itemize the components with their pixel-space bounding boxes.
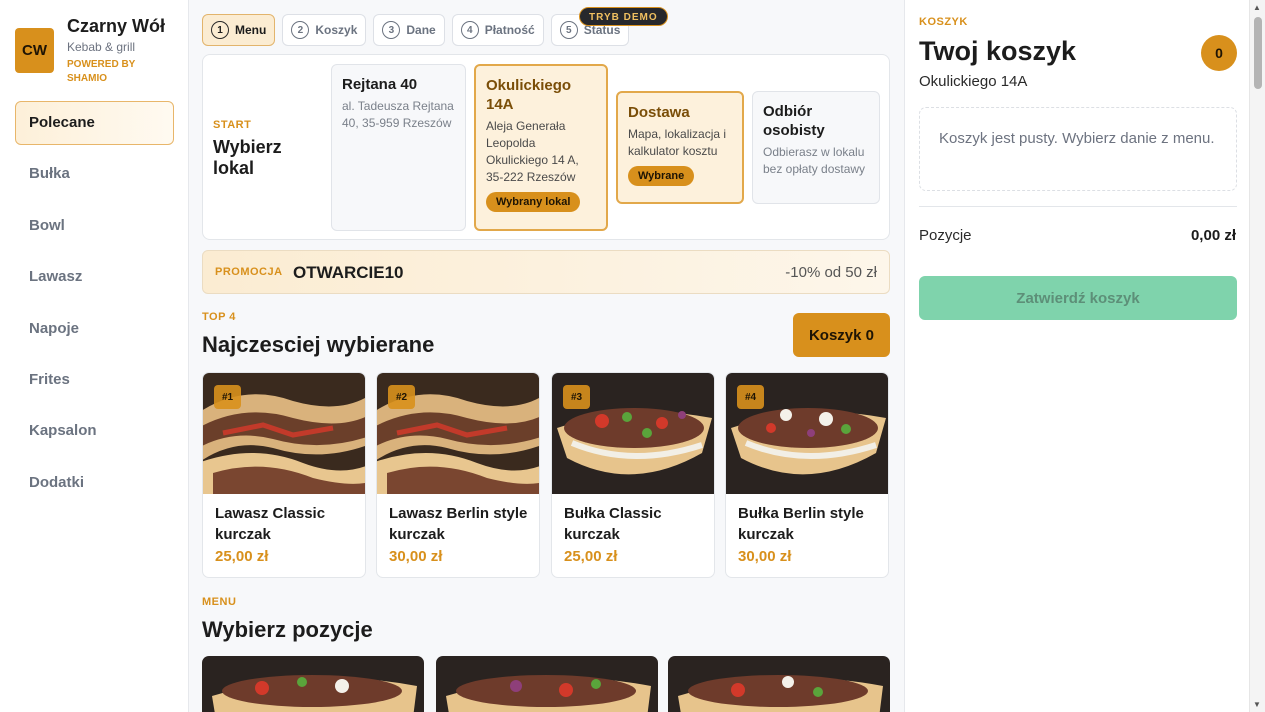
location-address: al. Tadeusza Rejtana 40, 35-959 Rzeszów xyxy=(342,99,454,130)
brand: CW Czarny Wół Kebab & grill POWERED BY S… xyxy=(15,16,180,88)
checkout-steps: 1 Menu 2 Koszyk 3 Dane 4 Płatność 5 Stat… xyxy=(202,14,630,46)
cart-empty-message: Koszyk jest pusty. Wybierz danie z menu. xyxy=(919,107,1237,191)
product-price: 25,00 zł xyxy=(564,548,618,565)
option-title: Dostawa xyxy=(628,104,690,121)
location-card-rejtana[interactable]: Rejtana 40 al. Tadeusza Rejtana 40, 35-9… xyxy=(331,64,466,231)
option-desc: Mapa, lokalizacja i kalkulator kosztu xyxy=(628,127,727,158)
location-address: Aleja Generała Leopolda Okulickiego 14 A… xyxy=(486,119,579,184)
nav-item-bowl[interactable]: Bowl xyxy=(15,204,174,248)
step-number: 2 xyxy=(291,21,310,39)
powered-by: POWERED BY SHAMIO xyxy=(67,59,136,84)
step-label: Menu xyxy=(235,23,267,37)
location-title: Rejtana 40 xyxy=(342,76,418,93)
cart-location: Okulickiego 14A xyxy=(919,73,1028,90)
menu-section-title: Wybierz pozycje xyxy=(202,617,373,642)
nav-item-lawasz[interactable]: Lawasz xyxy=(15,255,174,299)
scrollbar[interactable]: ▲ ▼ xyxy=(1249,0,1265,712)
rank-badge: #3 xyxy=(563,385,590,409)
promo-note: -10% od 50 zł xyxy=(785,264,877,281)
step-number: 3 xyxy=(382,21,401,39)
product-price: 30,00 zł xyxy=(389,548,443,565)
product-name: Lawasz Classic kurczak xyxy=(215,505,326,543)
scroll-thumb[interactable] xyxy=(1254,17,1262,89)
step-label: Dane xyxy=(406,23,436,37)
location-card-okulickiego[interactable]: Okulickiego 14A Aleja Generała Leopolda … xyxy=(474,64,608,231)
positions-label: Pozycje xyxy=(919,227,972,244)
nav-item-bulka[interactable]: Bułka xyxy=(15,152,174,196)
step-number: 1 xyxy=(211,21,229,39)
product-card[interactable]: #2 Lawasz Berlin style kurczak 30,00 zł xyxy=(376,372,540,578)
step-platnosc[interactable]: 4 Płatność xyxy=(451,14,544,46)
cart-count-badge: 0 xyxy=(1201,35,1237,71)
product-name: Lawasz Berlin style kurczak xyxy=(389,505,528,543)
scroll-up-arrow-icon[interactable]: ▲ xyxy=(1253,3,1261,12)
confirm-cart-button[interactable]: Zatwierdź koszyk xyxy=(919,276,1237,320)
location-picker-title: Wybierz lokal xyxy=(213,137,282,178)
app-root: CW Czarny Wół Kebab & grill POWERED BY S… xyxy=(0,0,1265,712)
product-name: Bułka Classic kurczak xyxy=(564,505,662,543)
cart-panel: KOSZYK Twoj koszyk 0 Okulickiego 14A Kos… xyxy=(904,0,1249,712)
sidebar: CW Czarny Wół Kebab & grill POWERED BY S… xyxy=(0,0,189,712)
step-label: Płatność xyxy=(484,23,535,37)
step-koszyk[interactable]: 2 Koszyk xyxy=(282,14,367,46)
product-card[interactable]: #1 Lawasz Classic kurczak 25,00 zł xyxy=(202,372,366,578)
brand-name: Czarny Wół xyxy=(67,16,166,36)
brand-logo: CW xyxy=(15,28,54,73)
menu-kicker: MENU xyxy=(202,596,237,608)
cart-title: Twoj koszyk xyxy=(919,36,1077,66)
product-card[interactable]: #4 Bułka Berlin style kurczak 30,00 zł xyxy=(725,372,889,578)
nav-item-frites[interactable]: Frites xyxy=(15,358,174,402)
nav-item-kapsalon[interactable]: Kapsalon xyxy=(15,409,174,453)
option-desc: Odbierasz w lokalu bez opłaty dostawy xyxy=(763,145,866,176)
divider xyxy=(919,206,1237,207)
nav-item-napoje[interactable]: Napoje xyxy=(15,307,174,351)
selected-location-badge: Wybrany lokal xyxy=(486,192,581,212)
menu-item-card[interactable] xyxy=(668,656,890,712)
rank-badge: #4 xyxy=(737,385,764,409)
top-kicker: TOP 4 xyxy=(202,311,236,323)
rank-badge: #1 xyxy=(214,385,241,409)
positions-total: 0,00 zł xyxy=(1190,227,1236,244)
cart-button[interactable]: Koszyk 0 xyxy=(793,313,890,357)
product-card[interactable]: #3 Bułka Classic kurczak 25,00 zł xyxy=(551,372,715,578)
menu-item-card[interactable] xyxy=(436,656,658,712)
nav-item-polecane[interactable]: Polecane xyxy=(15,101,174,145)
product-price: 25,00 zł xyxy=(215,548,269,565)
delivery-option-dostawa[interactable]: Dostawa Mapa, lokalizacja i kalkulator k… xyxy=(616,91,744,204)
start-kicker: START xyxy=(213,119,252,131)
selected-option-badge: Wybrane xyxy=(628,166,695,186)
promo-code: OTWARCIE10 xyxy=(293,263,404,282)
cart-kicker: KOSZYK xyxy=(919,16,968,28)
option-title: Odbiór osobisty xyxy=(763,103,825,139)
top-section-title: Najczesciej wybierane xyxy=(202,332,435,357)
rank-badge: #2 xyxy=(388,385,415,409)
promo-banner: PROMOCJA OTWARCIE10 -10% od 50 zł xyxy=(202,250,890,294)
main-content: 1 Menu 2 Koszyk 3 Dane 4 Płatność 5 Stat… xyxy=(189,0,904,712)
location-title: Okulickiego 14A xyxy=(486,77,572,113)
menu-item-image xyxy=(436,656,658,712)
step-number: 5 xyxy=(559,21,578,39)
promo-label: PROMOCJA xyxy=(215,266,283,278)
menu-item-image xyxy=(668,656,890,712)
demo-mode-badge: TRYB DEMO xyxy=(579,7,668,26)
menu-item-card[interactable] xyxy=(202,656,424,712)
location-picker: START Wybierz lokal Rejtana 40 al. Tadeu… xyxy=(202,54,890,240)
scroll-down-arrow-icon[interactable]: ▼ xyxy=(1253,700,1261,709)
nav-item-dodatki[interactable]: Dodatki xyxy=(15,461,174,505)
menu-item-image xyxy=(202,656,424,712)
category-nav: Polecane Bułka Bowl Lawasz Napoje Frites… xyxy=(15,101,174,512)
product-price: 30,00 zł xyxy=(738,548,792,565)
delivery-option-odbior[interactable]: Odbiór osobisty Odbierasz w lokalu bez o… xyxy=(752,91,880,204)
brand-subtitle: Kebab & grill xyxy=(67,40,136,54)
product-name: Bułka Berlin style kurczak xyxy=(738,505,864,543)
step-number: 4 xyxy=(460,21,479,39)
step-label: Koszyk xyxy=(315,23,358,37)
step-menu[interactable]: 1 Menu xyxy=(202,14,276,46)
step-dane[interactable]: 3 Dane xyxy=(373,14,445,46)
